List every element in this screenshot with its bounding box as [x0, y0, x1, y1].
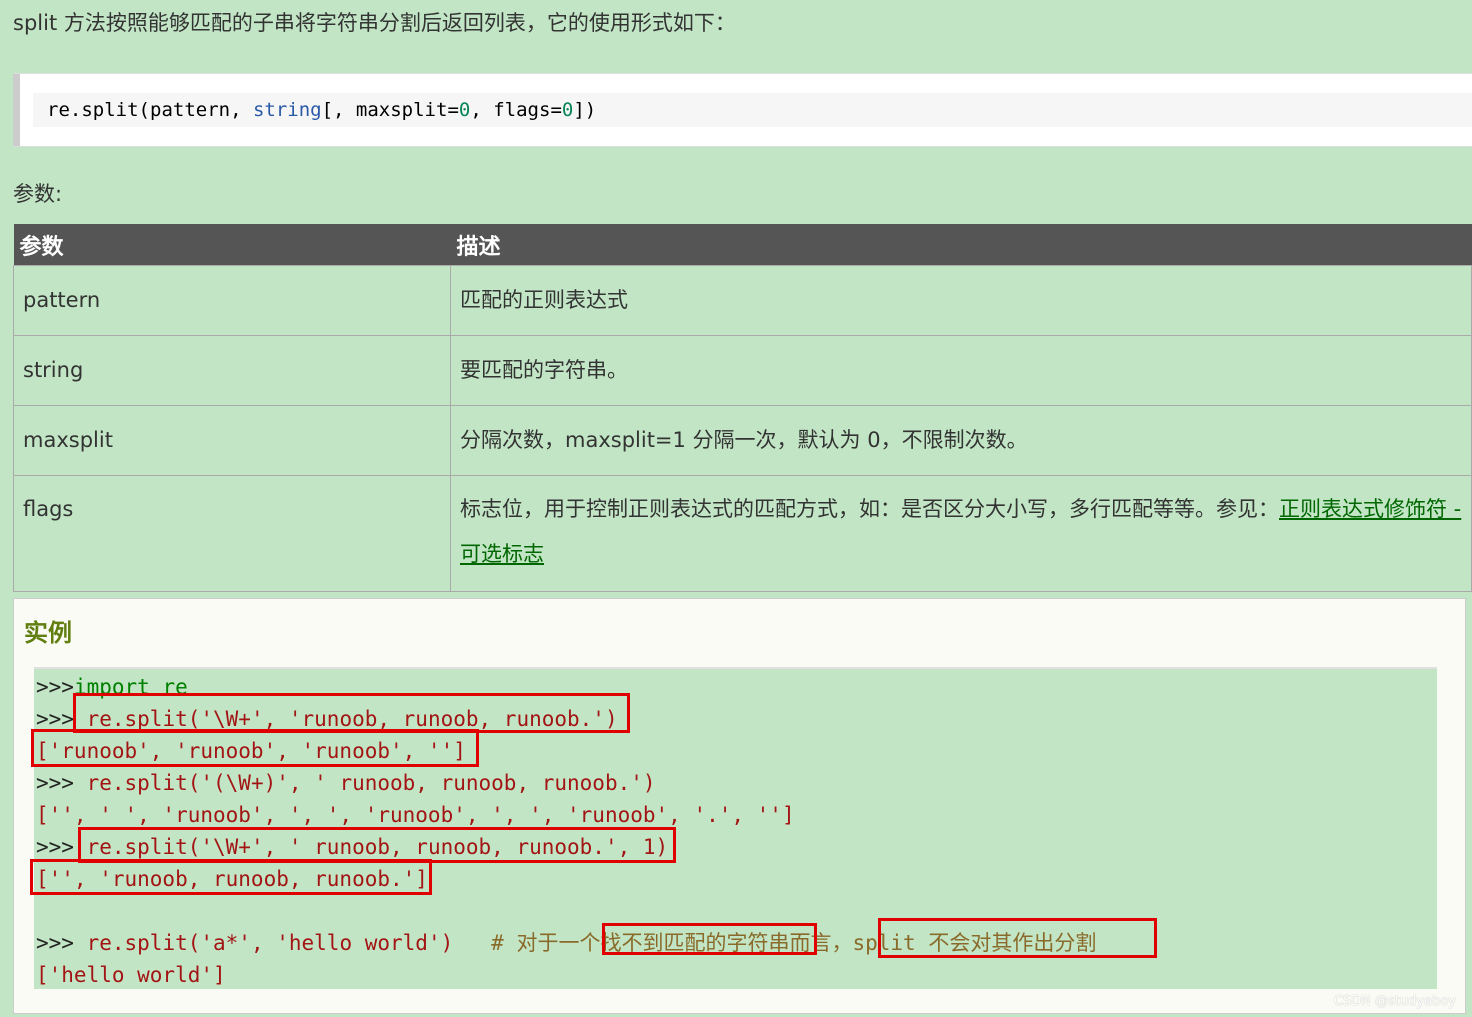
example-code-block: >>>import re >>> re.split('\W+', 'runoob…	[34, 667, 1437, 989]
table-row: maxsplit 分隔次数，maxsplit=1 分隔一次，默认为 0，不限制次…	[13, 405, 1472, 476]
table-row: pattern 匹配的正则表达式	[13, 265, 1472, 336]
param-name: flags	[13, 475, 451, 592]
code-block-left-bar	[13, 74, 20, 146]
param-name: string	[13, 335, 451, 406]
example-code: >>>import re >>> re.split('\W+', 'runoob…	[36, 675, 1097, 987]
syntax-code: re.split(pattern, string[, maxsplit=0, f…	[47, 99, 597, 121]
table-row: flags 标志位，用于控制正则表达式的匹配方式，如：是否区分大小写，多行匹配等…	[13, 475, 1472, 592]
params-heading: 参数:	[13, 182, 63, 206]
example-panel: 实例 >>>import re >>> re.split('\W+', 'run…	[13, 598, 1466, 1014]
param-desc: 分隔次数，maxsplit=1 分隔一次，默认为 0，不限制次数。	[450, 405, 1472, 476]
header-param: 参数	[13, 224, 451, 266]
param-desc: 标志位，用于控制正则表达式的匹配方式，如：是否区分大小写，多行匹配等等。参见：正…	[450, 475, 1472, 592]
param-desc-text: 标志位，用于控制正则表达式的匹配方式，如：是否区分大小写，多行匹配等等。参见：	[460, 497, 1279, 521]
header-desc: 描述	[450, 224, 1472, 266]
param-name: maxsplit	[13, 405, 451, 476]
param-desc: 匹配的正则表达式	[450, 265, 1472, 336]
param-name: pattern	[13, 265, 451, 336]
intro-text: split 方法按照能够匹配的子串将字符串分割后返回列表，它的使用形式如下：	[13, 11, 736, 35]
example-title: 实例	[24, 619, 72, 647]
param-desc: 要匹配的字符串。	[450, 335, 1472, 406]
watermark: CSDN @studyeboy	[1333, 994, 1456, 1009]
table-row: string 要匹配的字符串。	[13, 335, 1472, 406]
syntax-code-block: re.split(pattern, string[, maxsplit=0, f…	[13, 73, 1472, 147]
params-table: 参数 描述 pattern 匹配的正则表达式 string 要匹配的字符串。 m…	[13, 224, 1472, 592]
